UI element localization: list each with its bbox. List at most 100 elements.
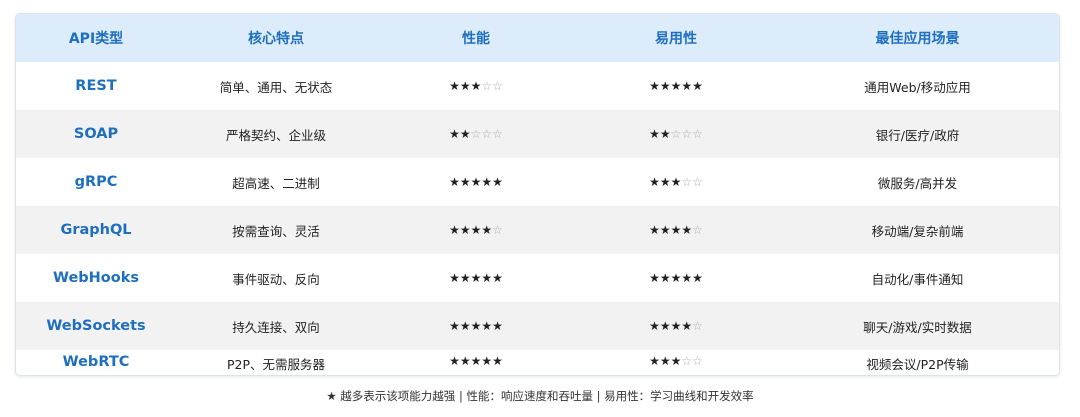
scenario-cell: 移动端/复杂前端 bbox=[871, 223, 964, 239]
header-best-scenario: 最佳应用场景 bbox=[875, 31, 960, 47]
feature-cell: 简单、通用、无状态 bbox=[219, 79, 333, 95]
page: API类型 核心特点 性能 易用性 最佳应用场景 REST 简单、通用、无状态 … bbox=[0, 0, 1080, 417]
header-performance: 性能 bbox=[462, 31, 490, 47]
table-row: WebHooks 事件驱动、反向 ★★★★★ ★★★★★ 自动化/事件通知 bbox=[16, 254, 1059, 302]
star-filled-icon: ★ bbox=[659, 271, 671, 285]
star-empty-icon: ☆ bbox=[492, 79, 503, 93]
header-core-feature: 核心特点 bbox=[248, 31, 304, 47]
star-empty-icon: ☆ bbox=[481, 79, 493, 93]
scenario-cell: 视频会议/P2P传输 bbox=[866, 357, 969, 372]
scenario-cell: 自动化/事件通知 bbox=[871, 271, 964, 287]
star-filled-icon: ★ bbox=[681, 271, 693, 285]
star-filled-icon: ★ bbox=[449, 271, 460, 285]
usability-rating: ★★★★☆ bbox=[576, 206, 776, 254]
star-filled-icon: ★ bbox=[681, 79, 693, 93]
star-filled-icon: ★ bbox=[659, 175, 671, 189]
star-empty-icon: ☆ bbox=[492, 223, 503, 237]
star-filled-icon: ★ bbox=[492, 319, 503, 333]
star-empty-icon: ☆ bbox=[492, 127, 503, 141]
star-filled-icon: ★ bbox=[481, 271, 493, 285]
feature-cell: 按需查询、灵活 bbox=[232, 223, 320, 239]
usability-rating: ★★★★★ bbox=[576, 62, 776, 110]
performance-rating: ★★★☆☆ bbox=[376, 62, 576, 110]
star-filled-icon: ★ bbox=[470, 223, 482, 237]
table-row: gRPC 超高速、二进制 ★★★★★ ★★★☆☆ 微服务/高并发 bbox=[16, 158, 1059, 206]
feature-cell: 事件驱动、反向 bbox=[232, 271, 320, 287]
usability-rating: ★★★☆☆ bbox=[576, 350, 776, 374]
performance-rating: ★★★★★ bbox=[376, 158, 576, 206]
star-empty-icon: ☆ bbox=[470, 127, 482, 141]
star-filled-icon: ★ bbox=[681, 223, 693, 237]
feature-cell: P2P、无需服务器 bbox=[226, 357, 326, 372]
comparison-table: API类型 核心特点 性能 易用性 最佳应用场景 REST 简单、通用、无状态 … bbox=[16, 14, 1059, 374]
feature-cell: 持久连接、双向 bbox=[232, 319, 320, 335]
star-filled-icon: ★ bbox=[670, 223, 682, 237]
star-filled-icon: ★ bbox=[670, 354, 682, 368]
star-filled-icon: ★ bbox=[649, 354, 660, 368]
header-row: API类型 核心特点 性能 易用性 最佳应用场景 bbox=[16, 14, 1059, 62]
star-filled-icon: ★ bbox=[459, 319, 471, 333]
star-filled-icon: ★ bbox=[649, 271, 660, 285]
usability-rating: ★★★★☆ bbox=[576, 302, 776, 350]
star-filled-icon: ★ bbox=[659, 319, 671, 333]
scenario-cell: 银行/医疗/政府 bbox=[875, 127, 960, 143]
star-filled-icon: ★ bbox=[649, 127, 660, 141]
star-empty-icon: ☆ bbox=[692, 319, 703, 333]
star-empty-icon: ☆ bbox=[692, 223, 703, 237]
api-name-cell: WebRTC bbox=[62, 354, 130, 370]
star-filled-icon: ★ bbox=[692, 271, 703, 285]
api-name-cell: REST bbox=[75, 78, 117, 94]
star-filled-icon: ★ bbox=[670, 175, 682, 189]
api-name-cell: WebHooks bbox=[52, 270, 140, 286]
star-filled-icon: ★ bbox=[449, 79, 460, 93]
star-filled-icon: ★ bbox=[492, 175, 503, 189]
star-filled-icon: ★ bbox=[649, 223, 660, 237]
star-filled-icon: ★ bbox=[449, 223, 460, 237]
star-filled-icon: ★ bbox=[470, 271, 482, 285]
star-filled-icon: ★ bbox=[649, 175, 660, 189]
star-filled-icon: ★ bbox=[459, 271, 471, 285]
star-filled-icon: ★ bbox=[481, 223, 493, 237]
star-filled-icon: ★ bbox=[659, 127, 671, 141]
header-api-type: API类型 bbox=[68, 31, 124, 47]
star-filled-icon: ★ bbox=[449, 319, 460, 333]
star-filled-icon: ★ bbox=[449, 354, 460, 368]
star-empty-icon: ☆ bbox=[670, 127, 682, 141]
usability-rating: ★★★☆☆ bbox=[576, 158, 776, 206]
performance-rating: ★★★★★ bbox=[376, 350, 576, 374]
star-filled-icon: ★ bbox=[659, 223, 671, 237]
star-filled-icon: ★ bbox=[649, 79, 660, 93]
usability-rating: ★★★★★ bbox=[576, 254, 776, 302]
legend-footnote: ★ 越多表示该项能力越强 | 性能：响应速度和吞吐量 | 易用性：学习曲线和开发… bbox=[326, 389, 754, 403]
star-filled-icon: ★ bbox=[459, 223, 471, 237]
star-empty-icon: ☆ bbox=[481, 127, 493, 141]
star-filled-icon: ★ bbox=[481, 319, 493, 333]
star-filled-icon: ★ bbox=[470, 79, 482, 93]
table-row: WebSockets 持久连接、双向 ★★★★★ ★★★★☆ 聊天/游戏/实时数… bbox=[16, 302, 1059, 350]
star-empty-icon: ☆ bbox=[681, 175, 693, 189]
performance-rating: ★★☆☆☆ bbox=[376, 110, 576, 158]
star-filled-icon: ★ bbox=[670, 319, 682, 333]
performance-rating: ★★★★☆ bbox=[376, 206, 576, 254]
performance-rating: ★★★★★ bbox=[376, 254, 576, 302]
star-filled-icon: ★ bbox=[492, 354, 503, 368]
header-usability: 易用性 bbox=[655, 31, 697, 47]
star-filled-icon: ★ bbox=[459, 175, 471, 189]
table-row: GraphQL 按需查询、灵活 ★★★★☆ ★★★★☆ 移动端/复杂前端 bbox=[16, 206, 1059, 254]
performance-rating: ★★★★★ bbox=[376, 302, 576, 350]
usability-rating: ★★☆☆☆ bbox=[576, 110, 776, 158]
star-empty-icon: ☆ bbox=[692, 127, 703, 141]
star-filled-icon: ★ bbox=[459, 354, 471, 368]
api-name-cell: WebSockets bbox=[46, 318, 146, 334]
star-filled-icon: ★ bbox=[649, 319, 660, 333]
feature-cell: 严格契约、企业级 bbox=[225, 127, 326, 143]
star-filled-icon: ★ bbox=[470, 354, 482, 368]
star-empty-icon: ☆ bbox=[692, 354, 703, 368]
star-filled-icon: ★ bbox=[481, 354, 493, 368]
star-filled-icon: ★ bbox=[481, 175, 493, 189]
api-name-cell: SOAP bbox=[73, 126, 119, 142]
star-filled-icon: ★ bbox=[470, 175, 482, 189]
star-empty-icon: ☆ bbox=[681, 127, 693, 141]
table-body: REST 简单、通用、无状态 ★★★☆☆ ★★★★★ 通用Web/移动应用 SO… bbox=[16, 62, 1059, 374]
table-header: API类型 核心特点 性能 易用性 最佳应用场景 bbox=[16, 14, 1059, 62]
